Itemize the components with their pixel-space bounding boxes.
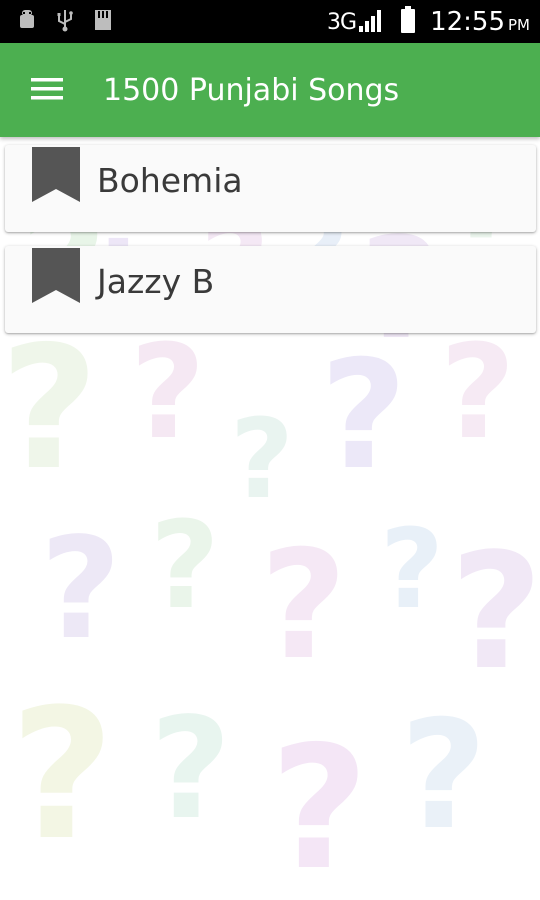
network-type: 3G: [327, 9, 357, 35]
menu-button[interactable]: [22, 68, 72, 114]
list-item-label: Bohemia: [97, 161, 243, 200]
usb-icon: [56, 8, 74, 36]
svg-text:?: ?: [40, 508, 121, 671]
notification-icons: [18, 9, 112, 35]
bookmark-icon: [32, 248, 80, 303]
svg-text:?: ?: [150, 688, 231, 851]
sd-card-icon: [94, 9, 112, 35]
list-item-jazzy-b[interactable]: Jazzy B: [5, 246, 536, 333]
clock: 12:55 PM: [430, 7, 530, 37]
svg-text:?: ?: [150, 497, 220, 636]
svg-text:?: ?: [320, 329, 407, 503]
android-debug-icon: [18, 9, 36, 35]
list-item-bohemia[interactable]: Bohemia: [5, 145, 536, 232]
list-item-label: Jazzy B: [97, 262, 215, 301]
artist-list: Bohemia Jazzy B: [5, 145, 536, 347]
svg-text:?: ?: [400, 689, 487, 863]
screen: 3G 12:55 PM 1500 Punjabi Songs ? ? ? ? ?…: [0, 0, 540, 900]
clock-suffix: PM: [508, 16, 530, 34]
clock-time: 12:55: [430, 7, 505, 37]
bookmark-icon: [32, 147, 80, 202]
svg-text:?: ?: [230, 395, 294, 523]
svg-text:?: ?: [380, 505, 444, 633]
app-title: 1500 Punjabi Songs: [103, 73, 400, 108]
system-indicators: 3G 12:55 PM: [327, 4, 530, 40]
battery-icon: [400, 6, 416, 38]
svg-text:?: ?: [270, 710, 369, 900]
svg-text:?: ?: [10, 671, 114, 880]
signal-icon: [358, 7, 384, 37]
svg-text:?: ?: [450, 518, 540, 705]
app-bar: 1500 Punjabi Songs: [0, 43, 540, 137]
hamburger-menu-icon: [30, 76, 64, 106]
svg-text:?: ?: [260, 519, 347, 693]
status-bar: 3G 12:55 PM: [0, 0, 540, 43]
